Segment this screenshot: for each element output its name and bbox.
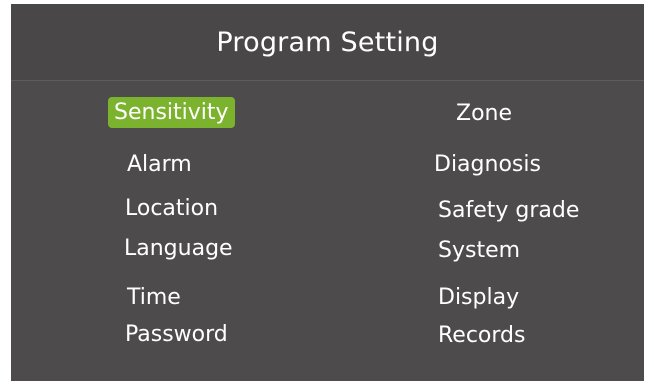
menu-item-sensitivity[interactable]: Sensitivity bbox=[108, 97, 235, 128]
menu-item-safety-grade[interactable]: Safety grade bbox=[438, 197, 579, 225]
menu-item-password[interactable]: Password bbox=[125, 321, 228, 349]
menu-item-records[interactable]: Records bbox=[438, 322, 525, 350]
page-title: Program Setting bbox=[216, 26, 439, 58]
settings-screen: Program Setting Sensitivity Alarm Locati… bbox=[11, 4, 644, 381]
header-bar: Program Setting bbox=[11, 4, 644, 81]
menu-item-diagnosis[interactable]: Diagnosis bbox=[434, 151, 541, 179]
menu-item-location[interactable]: Location bbox=[125, 195, 218, 223]
menu-item-alarm[interactable]: Alarm bbox=[127, 151, 192, 179]
menu-item-zone[interactable]: Zone bbox=[456, 100, 512, 128]
menu-item-display[interactable]: Display bbox=[438, 284, 519, 312]
menu-item-time[interactable]: Time bbox=[127, 284, 181, 312]
menu-item-system[interactable]: System bbox=[438, 237, 520, 265]
menu-item-language[interactable]: Language bbox=[124, 235, 233, 263]
